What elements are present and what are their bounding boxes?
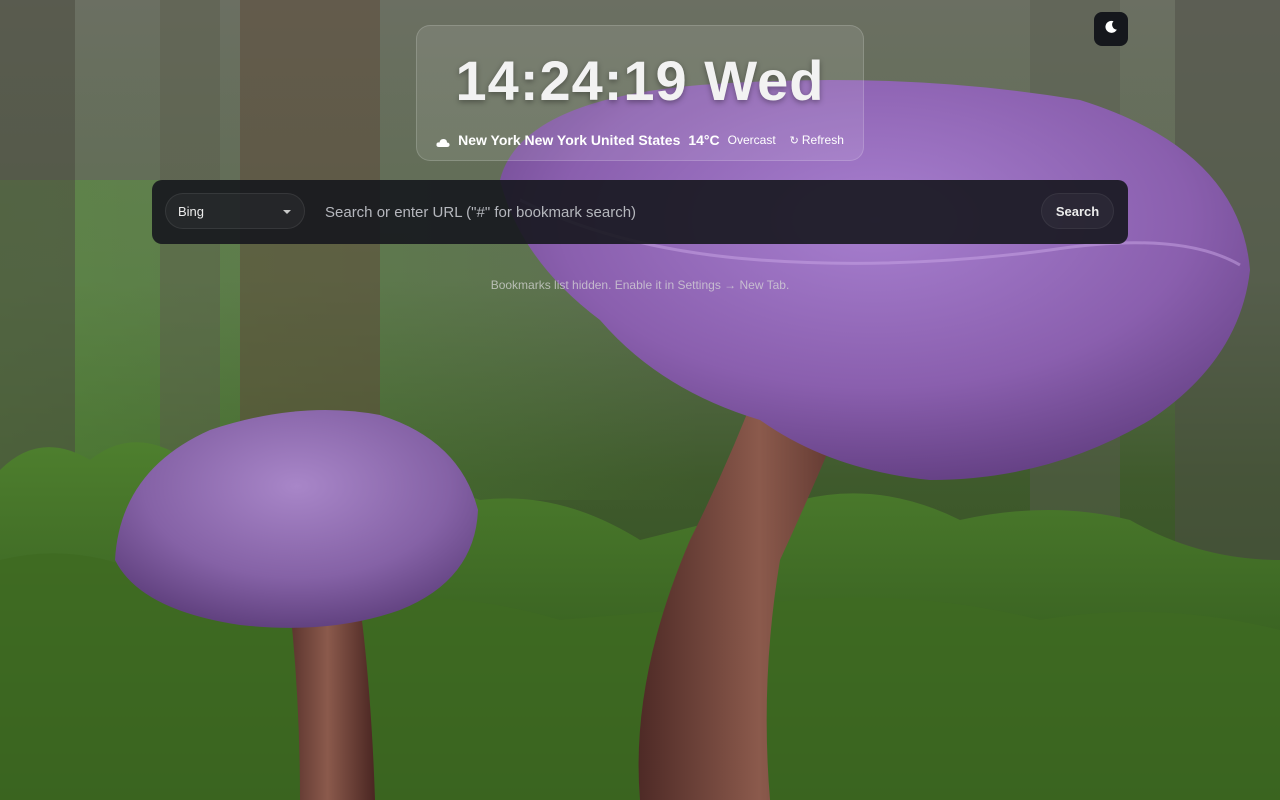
search-engine-label: Bing: [178, 204, 205, 219]
search-button[interactable]: Search: [1041, 193, 1114, 229]
weather-row: New York New York United States 14°C Ove…: [417, 132, 863, 148]
chevron-down-icon: [283, 210, 291, 214]
weather-location: New York New York United States: [458, 132, 681, 148]
theme-toggle-button[interactable]: [1094, 12, 1128, 46]
search-input[interactable]: [312, 194, 1045, 230]
cloud-icon: [436, 135, 450, 147]
clock-widget: 14:24:19 Wed New York New York United St…: [416, 25, 864, 161]
weather-condition: Overcast: [727, 133, 776, 147]
bookmarks-hidden-notice: Bookmarks list hidden. Enable it in Sett…: [490, 278, 790, 292]
search-bar: Bing Search: [152, 180, 1128, 244]
clock-time: 14:24:19 Wed: [455, 49, 825, 112]
search-engine-select[interactable]: Bing: [165, 193, 305, 229]
weather-refresh-button[interactable]: ↻ Refresh: [790, 133, 844, 147]
weather-temperature: 14°C: [688, 132, 720, 148]
refresh-icon: ↻: [789, 135, 799, 147]
refresh-label: Refresh: [801, 133, 844, 147]
moon-icon: [1104, 20, 1118, 39]
